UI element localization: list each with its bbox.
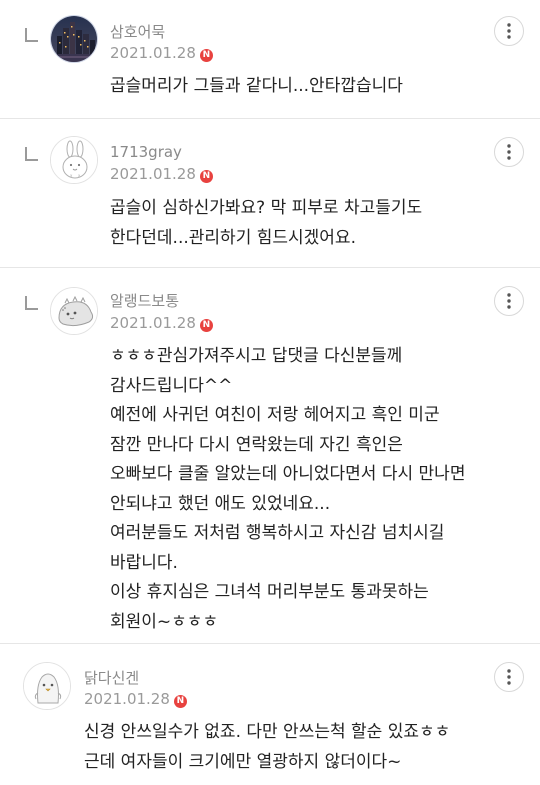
- comment-author[interactable]: 닭다신겐: [84, 667, 139, 688]
- comment-author[interactable]: 삼호어묵: [110, 21, 165, 42]
- comment-text-line: 곱슬이 심하신가봐요? 막 피부로 차고들기도: [110, 198, 423, 218]
- new-badge: N: [199, 49, 213, 62]
- comment-body: ㅎㅎㅎ관심가져주시고 답댓글 다신분들께 감사드립니다^^ 예전에 사귀던 여친…: [110, 342, 540, 637]
- comment-date: 2021.01.28 N: [110, 314, 213, 332]
- comment-body: 신경 안쓰일수가 없죠. 다만 안쓰는척 할순 있죠ㅎㅎ 근데 여자들이 크기에…: [84, 718, 524, 777]
- comment-item: 닭다신겐 2021.01.28 N 신경 안쓰일수가 없죠. 다만 안쓰는척 할순…: [0, 644, 540, 785]
- rabbit-avatar-illustration: x x: [51, 137, 97, 183]
- comment-text-line: 이상 휴지심은 그녀석 머리부분도 통과못하는: [110, 582, 429, 602]
- more-vertical-icon: [507, 293, 511, 309]
- new-badge: N: [199, 170, 213, 183]
- comment-date-text: 2021.01.28: [84, 690, 170, 708]
- comment-date-text: 2021.01.28: [110, 44, 196, 62]
- comment-text-line: 근데 여자들이 크기에만 열광하지 않더이다~: [84, 751, 402, 772]
- comment-body: 곱슬이 심하신가봐요? 막 피부로 차고들기도 한다던데...관리하기 힘드시겠…: [110, 194, 540, 253]
- comment-text-line: 곱슬머리가 그들과 같다니...안타깝습니다: [110, 76, 403, 96]
- comment-text-line: 한다던데...관리하기 힘드시겠어요.: [110, 227, 356, 248]
- comment-text-line: 오빠보다 클줄 알았는데 아니었다면서 다시 만나면: [110, 464, 466, 484]
- comment-item: 알랭드보통 2021.01.28 N ㅎㅎㅎ관심가져주시고 답댓글 다신분들께 감…: [0, 268, 540, 643]
- more-options-button[interactable]: [494, 662, 524, 692]
- new-badge: N: [173, 695, 187, 708]
- comment-text-line: ㅎㅎㅎ관심가져주시고 답댓글 다신분들께: [110, 346, 403, 366]
- comment-date: 2021.01.28 N: [110, 44, 213, 62]
- comment-date: 2021.01.28 N: [110, 165, 213, 183]
- comment-text-line: 잠깐 만나다 다시 연락왔는데 자긴 흑인은: [110, 434, 403, 455]
- comment-text-line: 바랍니다.: [110, 552, 178, 573]
- more-options-button[interactable]: [494, 137, 524, 167]
- comment-date-text: 2021.01.28: [110, 165, 196, 183]
- more-options-button[interactable]: [494, 16, 524, 46]
- more-vertical-icon: [507, 23, 511, 39]
- comment-author[interactable]: 1713gray: [110, 143, 182, 161]
- more-options-button[interactable]: [494, 286, 524, 316]
- comment-text-line: 예전에 사귀던 여친이 저랑 헤어지고 흑인 미군: [110, 405, 440, 425]
- chick-avatar-illustration: [24, 663, 70, 709]
- city-night-photo: [51, 16, 97, 62]
- reply-indicator-icon: [25, 296, 38, 310]
- comment-item: 삼호어묵 2021.01.28 N 곱슬머리가 그들과 같다니...안타깝습니다: [0, 0, 540, 118]
- reply-indicator-icon: [25, 28, 38, 42]
- comment-author[interactable]: 알랭드보통: [110, 290, 179, 311]
- comment-date-text: 2021.01.28: [110, 314, 196, 332]
- more-vertical-icon: [507, 669, 511, 685]
- avatar[interactable]: [50, 287, 98, 335]
- creature-avatar-illustration: [51, 288, 97, 334]
- comment-text-line: 감사드립니다^^: [110, 375, 233, 396]
- comment-text-line: 신경 안쓰일수가 없죠. 다만 안쓰는척 할순 있죠ㅎㅎ: [84, 722, 451, 742]
- comment-text-line: 회원이~ㅎㅎㅎ: [110, 611, 219, 632]
- comment-text-line: 여러분들도 저처럼 행복하시고 자신감 넘치시길: [110, 523, 445, 543]
- comment-body: 곱슬머리가 그들과 같다니...안타깝습니다: [110, 72, 540, 102]
- avatar[interactable]: [23, 662, 71, 710]
- new-badge: N: [199, 319, 213, 332]
- comment-item: x x 1713gray 2021.01.28 N 곱슬이 심하신가봐요? 막 피…: [0, 119, 540, 267]
- comment-text-line: 안되냐고 했던 애도 있었네요...: [110, 493, 331, 514]
- avatar[interactable]: x x: [50, 136, 98, 184]
- avatar[interactable]: [50, 15, 98, 63]
- more-vertical-icon: [507, 144, 511, 160]
- reply-indicator-icon: [25, 147, 38, 161]
- comment-date: 2021.01.28 N: [84, 690, 187, 708]
